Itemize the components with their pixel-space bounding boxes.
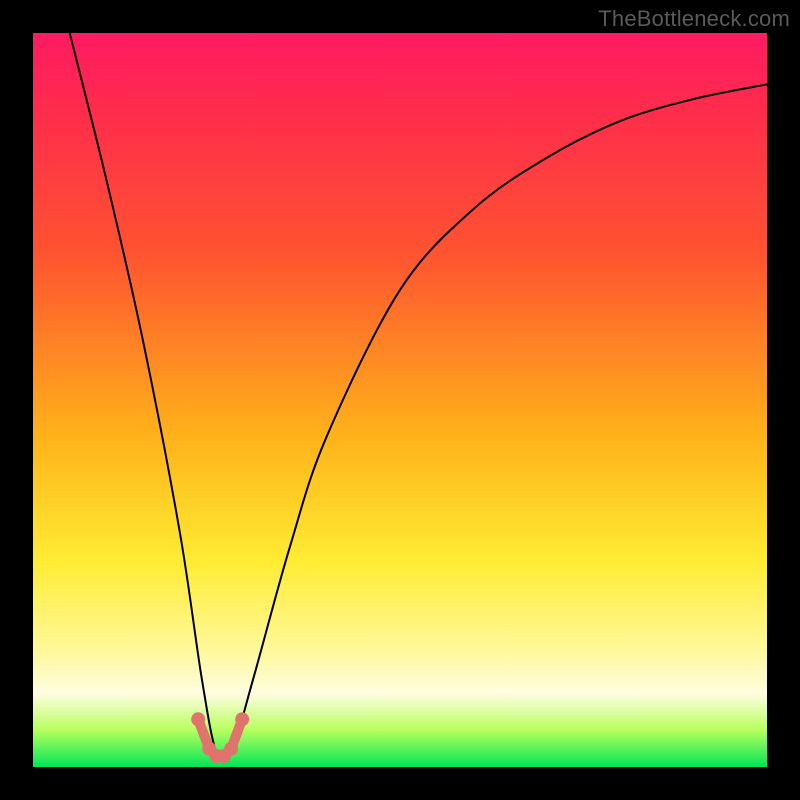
marker-dot [235,712,249,726]
bottleneck-curve [70,33,767,761]
app-frame: TheBottleneck.com [0,0,800,800]
marker-dot [224,742,238,756]
marker-dot [191,712,205,726]
plot-area [33,33,767,767]
curve-svg [33,33,767,767]
watermark-text: TheBottleneck.com [598,6,790,32]
